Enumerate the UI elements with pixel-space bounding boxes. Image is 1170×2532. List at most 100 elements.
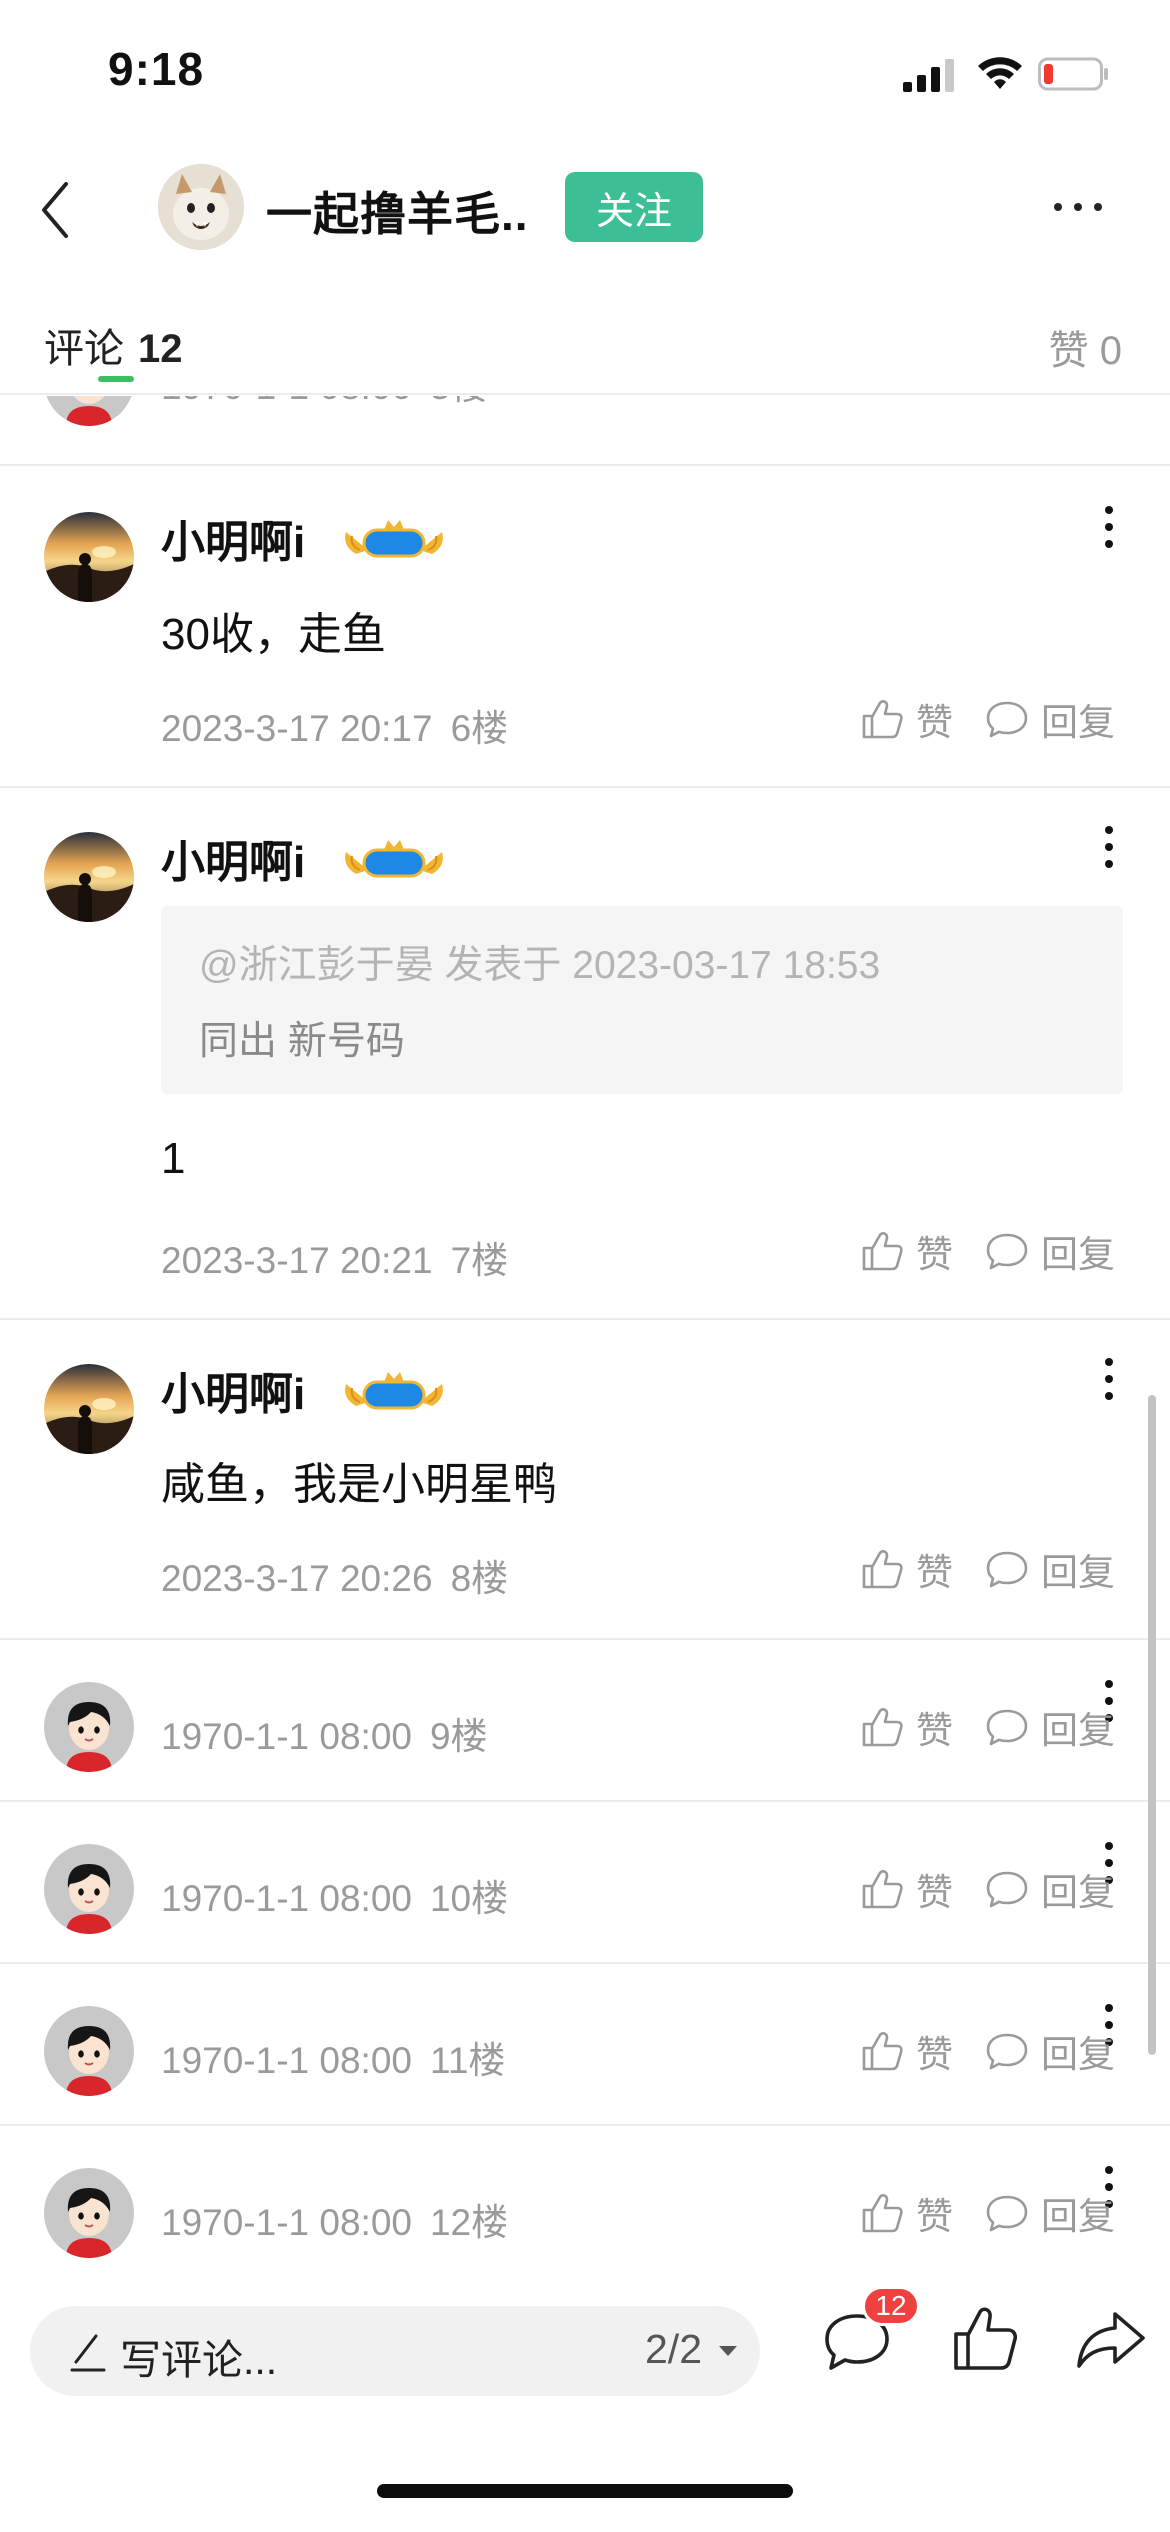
user-avatar[interactable] <box>44 512 134 602</box>
user-avatar[interactable] <box>44 396 134 426</box>
home-indicator <box>377 2484 793 2498</box>
user-avatar[interactable] <box>44 2006 134 2096</box>
comment-meta: 1970-1-1 08:00 9楼 <box>161 1706 488 1760</box>
comment-floor: 5楼 <box>430 396 488 407</box>
reply-button[interactable]: 回复 <box>985 1864 1115 1914</box>
comment-count-badge: 12 <box>862 2286 920 2326</box>
comment-floor: 11楼 <box>429 2040 506 2081</box>
like-button[interactable]: 赞 <box>860 1702 953 1752</box>
like-button[interactable]: 赞 <box>860 2026 953 2076</box>
comment-time: 1970-1-1 08:00 <box>161 2202 412 2243</box>
user-avatar[interactable] <box>44 1364 134 1454</box>
speech-bubble-icon <box>985 1547 1029 1591</box>
comment-item: 1970-1-1 08:00 10楼 赞 回复 <box>0 1802 1170 1964</box>
user-avatar[interactable] <box>44 1844 134 1934</box>
comment-more-icon[interactable] <box>1102 824 1116 870</box>
comment-input[interactable]: 写评论... 2/2 <box>30 2306 760 2396</box>
tab-comments-count: 12 <box>138 327 183 371</box>
comment-meta: 2023-3-17 20:17 6楼 <box>161 698 508 752</box>
comment-username[interactable]: 小明啊i <box>161 826 305 890</box>
follow-button[interactable]: 关注 <box>565 172 703 242</box>
reply-button[interactable]: 回复 <box>985 2026 1115 2076</box>
thumbs-up-icon <box>860 1229 904 1273</box>
speech-bubble-icon <box>985 1867 1029 1911</box>
caret-down-icon[interactable] <box>718 2344 738 2358</box>
thumbs-up-icon <box>860 2191 904 2235</box>
level-badge-icon <box>340 518 448 562</box>
comment-text: 30收，走鱼 <box>161 610 386 659</box>
comment-more-icon[interactable] <box>1102 1356 1116 1402</box>
scrollbar[interactable] <box>1148 1395 1156 2055</box>
like-button[interactable]: 赞 <box>860 1864 953 1914</box>
comment-item: 1970-1-1 08:00 12楼 赞 回复 <box>0 2126 1170 2276</box>
user-avatar[interactable] <box>44 1682 134 1772</box>
reply-button[interactable]: 回复 <box>985 1702 1115 1752</box>
comment-floor: 8楼 <box>450 1558 509 1599</box>
cellular-signal-icon <box>903 59 954 92</box>
user-avatar[interactable] <box>44 832 134 922</box>
comment-floor: 7楼 <box>450 1240 509 1281</box>
comment-floor: 12楼 <box>429 2202 509 2243</box>
like-label: 赞 <box>916 1234 953 1275</box>
comment-meta: 1970-1-1 08:00 5楼 <box>161 396 488 410</box>
reply-label: 回复 <box>1041 1234 1115 1275</box>
comment-floor: 9楼 <box>429 1716 488 1757</box>
comment-list[interactable]: 1970-1-1 08:00 5楼 赞 回复 小明啊i 30收，走鱼 2023-3… <box>0 396 1170 2276</box>
like-button[interactable]: 赞 <box>860 396 953 401</box>
speech-bubble-icon <box>985 1229 1029 1273</box>
comment-text: 1 <box>161 1134 186 1183</box>
tab-active-indicator <box>98 376 134 382</box>
comment-floor: 6楼 <box>450 708 509 749</box>
share-arrow-icon[interactable] <box>1075 2308 1147 2370</box>
reply-button[interactable]: 回复 <box>985 2188 1115 2238</box>
comment-username[interactable]: 小明啊i <box>161 506 305 570</box>
comment-meta: 1970-1-1 08:00 12楼 <box>161 2192 508 2246</box>
speech-bubble-icon <box>985 396 1029 398</box>
reply-label: 回复 <box>1041 1552 1115 1593</box>
like-label: 赞 <box>916 1872 953 1913</box>
comment-more-icon[interactable] <box>1102 504 1116 550</box>
user-avatar[interactable] <box>44 2168 134 2258</box>
reply-button[interactable]: 回复 <box>985 694 1115 744</box>
like-label: 赞 <box>916 702 953 743</box>
wifi-icon <box>978 57 1022 89</box>
reply-button[interactable]: 回复 <box>985 396 1115 401</box>
comment-item: 1970-1-1 08:00 5楼 赞 回复 <box>0 396 1170 466</box>
thumbs-up-icon <box>860 697 904 741</box>
reply-label: 回复 <box>1041 1710 1115 1751</box>
like-button[interactable]: 赞 <box>860 1544 953 1594</box>
comment-username[interactable]: 小明啊i <box>161 1358 305 1422</box>
more-options-icon[interactable] <box>1050 190 1106 224</box>
comment-text: 咸鱼，我是小明星鸭 <box>161 1460 557 1509</box>
reply-label: 回复 <box>1041 2196 1115 2237</box>
like-button[interactable]: 赞 <box>860 694 953 744</box>
like-button[interactable]: 赞 <box>860 1226 953 1276</box>
like-label: 赞 <box>916 2034 953 2075</box>
group-avatar[interactable] <box>158 164 244 250</box>
like-button[interactable]: 赞 <box>860 2188 953 2238</box>
comment-meta: 2023-3-17 20:26 8楼 <box>161 1548 508 1602</box>
reply-label: 回复 <box>1041 2034 1115 2075</box>
reply-label: 回复 <box>1041 702 1115 743</box>
speech-bubble-icon <box>985 2191 1029 2235</box>
comment-time: 1970-1-1 08:00 <box>161 396 412 407</box>
comment-time: 1970-1-1 08:00 <box>161 1716 412 1757</box>
comment-floor: 10楼 <box>429 1878 509 1919</box>
reply-label: 回复 <box>1041 1872 1115 1913</box>
group-title[interactable]: 一起撸羊毛.. <box>266 178 529 244</box>
reply-button[interactable]: 回复 <box>985 1544 1115 1594</box>
status-time: 9:18 <box>108 43 205 95</box>
speech-bubble-icon <box>985 1705 1029 1749</box>
comment-time: 2023-3-17 20:17 <box>161 708 433 749</box>
thumbs-up-icon[interactable] <box>950 2304 1020 2374</box>
quoted-comment[interactable]: @浙江彭于晏 发表于 2023-03-17 18:53 同出 新号码 <box>161 906 1123 1094</box>
page-indicator[interactable]: 2/2 <box>645 2326 702 2373</box>
back-arrow-icon[interactable] <box>28 170 84 250</box>
tab-comments[interactable]: 评论 12 <box>44 316 183 374</box>
comment-time: 1970-1-1 08:00 <box>161 1878 412 1919</box>
comment-input-placeholder: 写评论... <box>120 2337 278 2383</box>
reply-button[interactable]: 回复 <box>985 1226 1115 1276</box>
tab-likes[interactable]: 赞 0 <box>1049 318 1122 376</box>
comment-time: 2023-3-17 20:21 <box>161 1240 433 1281</box>
like-label: 赞 <box>916 396 953 403</box>
